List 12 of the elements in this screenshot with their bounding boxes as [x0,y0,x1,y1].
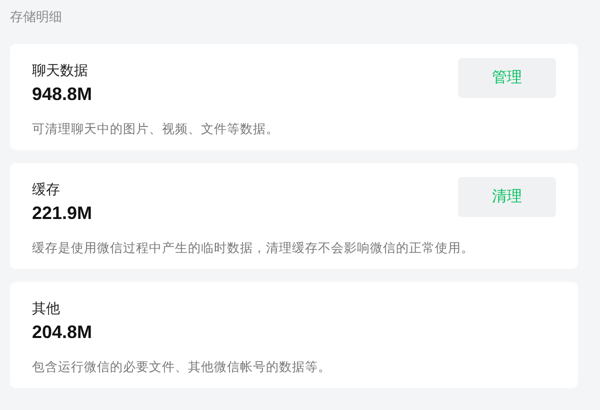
item-title: 聊天数据 [32,61,88,80]
item-description: 包含运行微信的必要文件、其他微信帐号的数据等。 [32,359,331,376]
item-description: 缓存是使用微信过程中产生的临时数据，清理缓存不会影响微信的正常使用。 [32,240,474,257]
item-title: 其他 [32,299,60,318]
item-description: 可清理聊天中的图片、视频、文件等数据。 [32,121,279,138]
section-title: 存储明细 [10,8,62,26]
item-title: 缓存 [32,180,60,199]
item-size: 221.9M [32,202,92,225]
item-size: 948.8M [32,83,92,106]
action-button[interactable]: 管理 [458,58,556,98]
item-size: 204.8M [32,321,92,344]
action-button[interactable]: 清理 [458,177,556,217]
